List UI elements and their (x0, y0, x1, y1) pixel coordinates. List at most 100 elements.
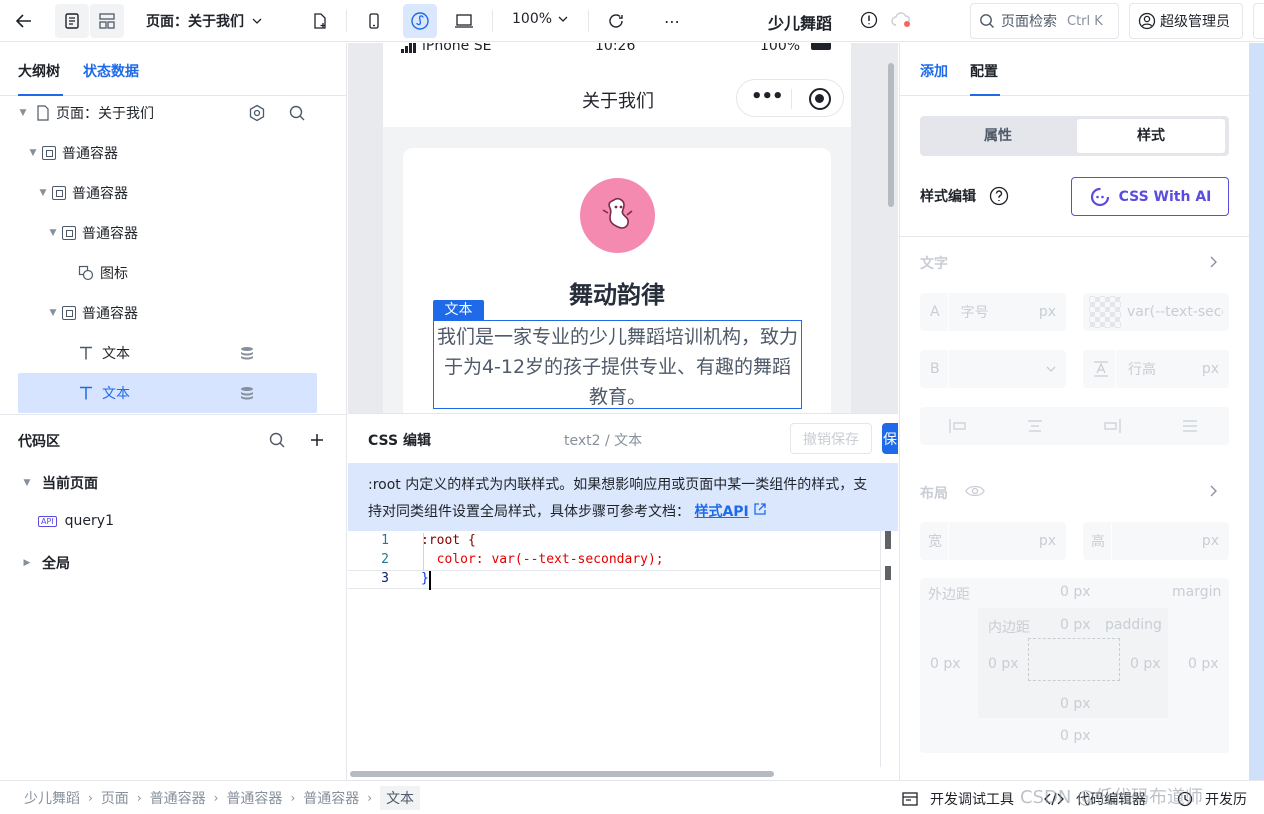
padding-bottom-value[interactable]: 0 px (1060, 696, 1091, 712)
eye-icon[interactable] (965, 484, 985, 498)
code-line: 2 color: var(--text-secondary); (348, 552, 880, 571)
close-miniprogram-icon[interactable] (809, 88, 831, 110)
style-api-link[interactable]: 样式API (694, 504, 748, 520)
add-icon[interactable] (308, 431, 326, 449)
padding-top-value[interactable]: 0 px (1060, 617, 1091, 633)
margin-bottom-value[interactable]: 0 px (1060, 728, 1091, 744)
code-tree-query[interactable]: API query1 (38, 513, 114, 529)
height-field[interactable]: 高 px (1083, 522, 1229, 560)
search-icon[interactable] (288, 104, 306, 122)
text-icon (80, 346, 92, 360)
caret-down-icon[interactable]: ▼ (48, 308, 58, 318)
margin-right-value[interactable]: 0 px (1188, 656, 1219, 672)
tree-item-container[interactable]: ▼ 普通容器 (18, 133, 317, 173)
zoom-select[interactable]: 100% (512, 11, 568, 27)
save-button[interactable]: 保 (882, 423, 898, 454)
align-left-icon[interactable] (949, 419, 967, 433)
page-selector[interactable]: 页面：关于我们 (146, 11, 262, 31)
right-tabs: 添加 配置 (900, 43, 1249, 96)
width-field[interactable]: 宽 px (920, 522, 1066, 560)
back-arrow-icon[interactable] (12, 9, 36, 33)
align-right-icon[interactable] (1103, 419, 1121, 433)
margin-top-value[interactable]: 0 px (1060, 584, 1091, 600)
color-field[interactable]: var(--text-secc (1083, 293, 1229, 331)
indent-guide (423, 533, 424, 571)
breadcrumb-item[interactable]: 少儿舞蹈 (24, 788, 80, 808)
search-shortcut: Ctrl K (1067, 13, 1103, 29)
help-icon[interactable] (989, 186, 1009, 206)
breadcrumb-item[interactable]: 普通容器 (303, 788, 359, 808)
tab-config[interactable]: 配置 (970, 61, 998, 81)
code-tree-global[interactable]: ▶ 全局 (22, 553, 70, 573)
more-icon[interactable]: ⋯ (660, 9, 684, 33)
tab-outline[interactable]: 大纲树 (18, 61, 60, 81)
breadcrumb-item[interactable]: 页面 (101, 788, 129, 808)
chevron-right-icon[interactable] (1206, 255, 1220, 269)
miniprogram-preview-icon[interactable] (403, 4, 437, 38)
tree-item-text[interactable]: 文本 (18, 333, 317, 373)
tab-add[interactable]: 添加 (920, 61, 948, 81)
segment-props[interactable]: 属性 (923, 119, 1073, 153)
user-avatar-icon (1138, 12, 1156, 30)
layout-view-icon[interactable] (90, 4, 124, 38)
divider (791, 89, 792, 109)
dancer-avatar-icon[interactable] (580, 178, 655, 253)
caret-down-icon[interactable]: ▼ (28, 148, 38, 158)
more-dots-icon[interactable]: ••• (751, 86, 784, 107)
selected-text-element[interactable]: 我们是一家专业的少儿舞蹈培训机构，致力于为4-12岁的孩子提供专业、有趣的舞蹈教… (433, 320, 802, 409)
tree-item-page[interactable]: ▼ 页面：关于我们 (18, 93, 317, 133)
refresh-icon[interactable] (604, 9, 628, 33)
line-height-field[interactable]: 行高 px (1083, 350, 1229, 388)
font-weight-select[interactable]: B (920, 350, 1066, 388)
tree-item-container[interactable]: ▼ 普通容器 (18, 213, 317, 253)
code-tree-current-page[interactable]: ▼ 当前页面 (22, 473, 98, 493)
tree-item-text-selected[interactable]: 文本 (18, 373, 317, 413)
external-link-icon[interactable] (753, 502, 767, 516)
padding-left-value[interactable]: 0 px (988, 656, 1019, 672)
tab-state-data[interactable]: 状态数据 (83, 61, 139, 81)
padding-right-value[interactable]: 0 px (1130, 656, 1161, 672)
overflow-button[interactable] (1253, 3, 1264, 39)
tree-item-container[interactable]: ▼ 普通容器 (18, 293, 317, 333)
caret-down-icon[interactable]: ▼ (48, 228, 58, 238)
cloud-sync-icon[interactable] (889, 9, 913, 31)
align-justify-icon[interactable] (1181, 419, 1199, 433)
horizontal-scrollbar[interactable] (350, 771, 774, 777)
info-icon[interactable] (858, 9, 880, 31)
tree-item-icon[interactable]: 图标 (18, 253, 317, 293)
caret-down-icon[interactable]: ▼ (38, 188, 48, 198)
battery-icon (811, 43, 831, 50)
settings-icon[interactable] (248, 104, 266, 122)
caret-down-icon[interactable]: ▼ (22, 478, 32, 488)
align-center-icon[interactable] (1026, 419, 1044, 433)
desktop-preview-icon[interactable] (452, 9, 476, 33)
undo-save-button[interactable]: 撤销保存 (790, 423, 872, 454)
status-bar: iPhone SE (401, 43, 491, 54)
margin-left-value[interactable]: 0 px (930, 656, 961, 672)
selection-tag: 文本 (433, 300, 484, 321)
user-menu-button[interactable]: 超级管理员 (1129, 3, 1243, 39)
breadcrumb-current[interactable]: 文本 (380, 785, 421, 810)
outline-view-icon[interactable] (55, 4, 89, 38)
segment-style[interactable]: 样式 (1077, 119, 1225, 153)
devtools-button[interactable]: 开发调试工具 (902, 789, 1014, 809)
font-size-field[interactable]: A 字号 px (920, 293, 1066, 331)
breadcrumb-item[interactable]: 普通容器 (226, 788, 282, 808)
caret-right-icon[interactable]: ▶ (22, 558, 32, 568)
mobile-preview-icon[interactable] (362, 9, 386, 33)
search-icon[interactable] (268, 431, 286, 449)
css-with-ai-button[interactable]: CSS With AI (1071, 177, 1229, 216)
caret-down-icon[interactable]: ▼ (18, 108, 28, 118)
design-canvas[interactable]: iPhone SE 10:26 100% 关于我们 ••• 舞动韵律 文本 我们… (348, 43, 898, 413)
code-editor[interactable]: 1 :root { 2 color: var(--text-secondary)… (348, 531, 880, 767)
tree-item-container[interactable]: ▼ 普通容器 (18, 173, 317, 213)
chevron-right-icon[interactable] (1206, 484, 1220, 498)
canvas-scrollbar[interactable] (888, 63, 894, 207)
search-input[interactable]: 页面检索 Ctrl K (970, 3, 1119, 39)
capsule-menu[interactable]: ••• (736, 79, 844, 117)
page-icon (37, 105, 49, 121)
add-page-icon[interactable] (308, 9, 332, 33)
color-swatch-icon[interactable] (1089, 296, 1121, 328)
breadcrumb-item[interactable]: 普通容器 (150, 788, 206, 808)
api-badge-icon: API (38, 515, 57, 527)
